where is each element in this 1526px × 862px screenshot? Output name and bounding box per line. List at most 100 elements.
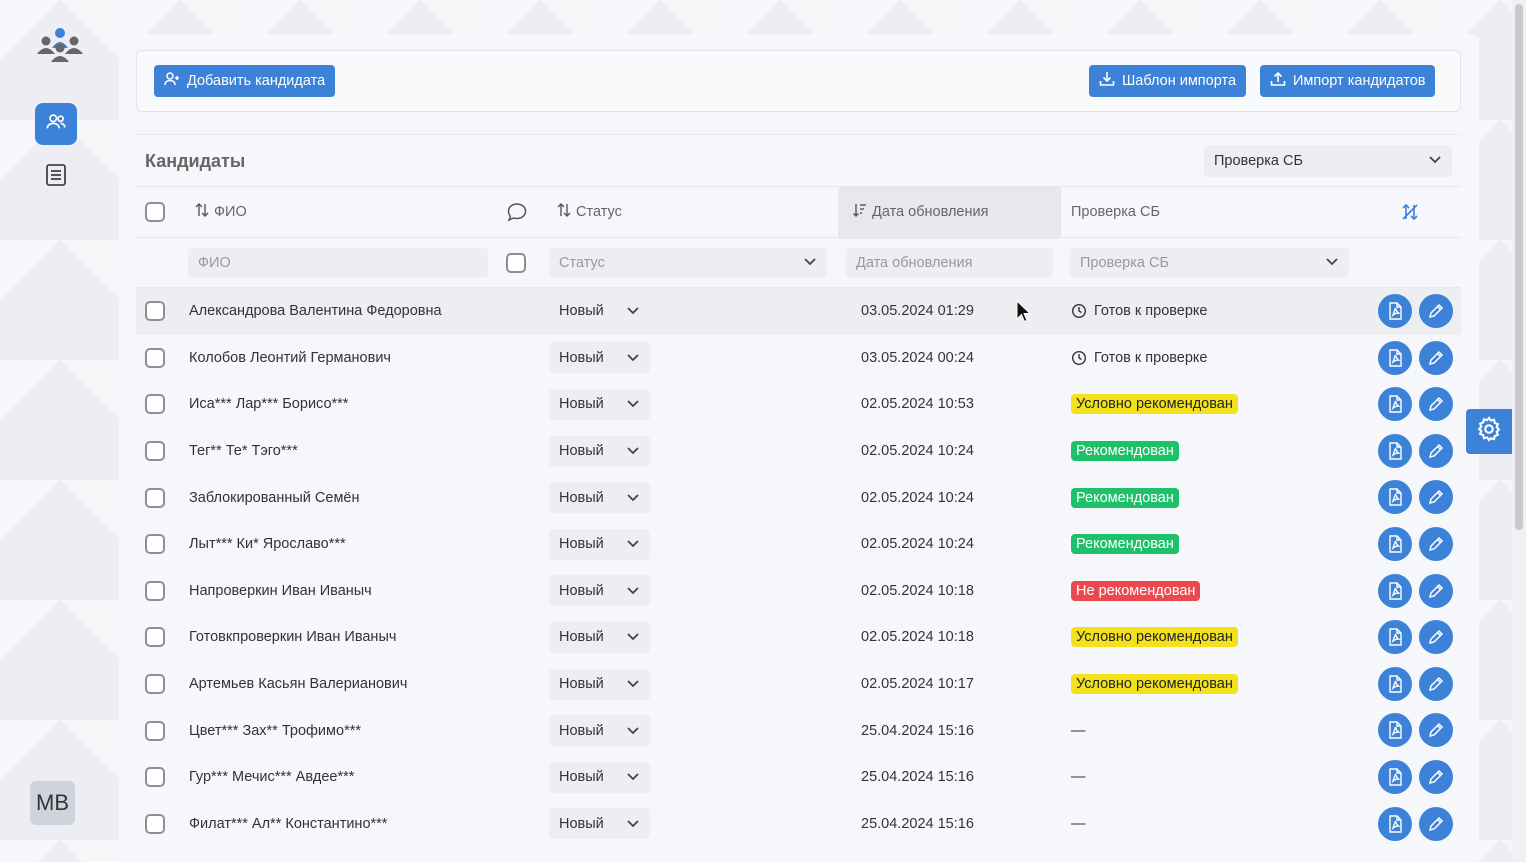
status-filter-select[interactable]: Статус — [549, 248, 827, 278]
status-cell: Новый — [549, 614, 650, 661]
users-icon — [45, 111, 67, 138]
pdf-button[interactable] — [1378, 480, 1412, 515]
row-checkbox[interactable] — [145, 813, 165, 834]
comment-icon[interactable] — [506, 187, 528, 237]
candidate-name[interactable]: Филат*** Ал** Константино*** — [189, 801, 387, 848]
fio-filter-input[interactable]: ФИО — [188, 248, 488, 278]
edit-button[interactable] — [1419, 480, 1453, 515]
scrollbar[interactable] — [1512, 0, 1526, 862]
table-row[interactable]: Цвет*** Зах** Трофимо*** Новый 25.04.2024 … — [136, 707, 1461, 754]
row-checkbox[interactable] — [145, 301, 165, 322]
header-status[interactable]: Статус — [556, 187, 622, 237]
table-row[interactable]: Гур*** Мечис*** Авдее*** Новый 25.04.2024 … — [136, 754, 1461, 801]
comment-filter-checkbox[interactable] — [506, 252, 526, 273]
pdf-button[interactable] — [1378, 340, 1412, 375]
status-select[interactable]: Новый — [549, 575, 650, 607]
status-select[interactable]: Новый — [549, 668, 650, 700]
row-checkbox[interactable] — [145, 720, 165, 741]
edit-button[interactable] — [1419, 713, 1453, 748]
row-checkbox[interactable] — [145, 580, 165, 601]
pdf-button[interactable] — [1378, 573, 1412, 608]
view-select[interactable]: Проверка СБ — [1204, 145, 1452, 177]
table-row[interactable]: Тег** Те* Тэго*** Новый 02.05.2024 10:24 Ре… — [136, 428, 1461, 475]
pdf-button[interactable] — [1378, 759, 1412, 794]
candidate-name[interactable]: Иса*** Лар*** Борисо*** — [189, 381, 348, 428]
row-select-cell — [145, 754, 165, 801]
select-all-checkbox[interactable] — [145, 202, 165, 222]
candidate-name[interactable]: Гур*** Мечис*** Авдее*** — [189, 754, 354, 801]
edit-button[interactable] — [1419, 573, 1453, 608]
row-checkbox[interactable] — [145, 674, 165, 695]
table-row[interactable]: Колобов Леонтий Германович Новый 03.05.202… — [136, 335, 1461, 382]
candidate-name[interactable]: Готовкпроверкин Иван Иваныч — [189, 614, 396, 661]
row-checkbox[interactable] — [145, 441, 165, 462]
avatar[interactable]: MB — [30, 781, 75, 825]
edit-button[interactable] — [1419, 387, 1453, 422]
import-template-button[interactable]: Шаблон импорта — [1089, 65, 1247, 97]
reset-sort-icon[interactable] — [1401, 187, 1419, 237]
status-select[interactable]: Новый — [549, 808, 650, 840]
status-select[interactable]: Новый — [549, 295, 650, 327]
pdf-button[interactable] — [1378, 666, 1412, 701]
status-select[interactable]: Новый — [549, 342, 650, 374]
table-row[interactable]: Филат*** Ал** Константино*** Новый 25.04.2… — [136, 801, 1461, 848]
scrollbar-thumb[interactable] — [1515, 4, 1523, 530]
pdf-icon — [1387, 535, 1403, 553]
row-checkbox[interactable] — [145, 347, 165, 368]
status-select[interactable]: Новый — [549, 715, 650, 747]
edit-button[interactable] — [1419, 340, 1453, 375]
nav-documents[interactable] — [35, 156, 77, 198]
status-select[interactable]: Новый — [549, 621, 650, 653]
sb-filter-select[interactable]: Проверка СБ — [1070, 248, 1349, 278]
candidate-name[interactable]: Тег** Те* Тэго*** — [189, 428, 298, 475]
table-row[interactable]: Лыт*** Ки* Ярославо*** Новый 02.05.2024 10… — [136, 521, 1461, 568]
candidate-name[interactable]: Заблокированный Семён — [189, 474, 359, 521]
table-row[interactable]: Готовкпроверкин Иван Иваныч Новый 02.05.20… — [136, 614, 1461, 661]
sb-status-cell: Рекомендован — [1071, 428, 1179, 475]
nav-candidates[interactable] — [35, 103, 77, 145]
candidate-name[interactable]: Александрова Валентина Федоровна — [189, 288, 442, 335]
edit-button[interactable] — [1419, 666, 1453, 701]
row-checkbox[interactable] — [145, 394, 165, 415]
status-select[interactable]: Новый — [549, 388, 650, 420]
edit-button[interactable] — [1419, 294, 1453, 328]
header-updated[interactable]: Дата обновления — [852, 187, 988, 237]
pdf-button[interactable] — [1378, 713, 1412, 748]
status-select[interactable]: Новый — [549, 761, 650, 793]
edit-button[interactable] — [1419, 620, 1453, 655]
import-candidates-button[interactable]: Импорт кандидатов — [1260, 65, 1436, 97]
candidate-name[interactable]: Напроверкин Иван Иваныч — [189, 568, 372, 615]
pdf-button[interactable] — [1378, 806, 1412, 841]
table-body: Александрова Валентина Федоровна Новый 03.… — [136, 288, 1461, 847]
pdf-button[interactable] — [1378, 387, 1412, 422]
updated-filter-input[interactable]: Дата обновления — [846, 248, 1053, 278]
edit-button[interactable] — [1419, 526, 1453, 561]
pdf-button[interactable] — [1378, 294, 1412, 328]
edit-button[interactable] — [1419, 806, 1453, 841]
table-row[interactable]: Александрова Валентина Федоровна Новый 03.… — [136, 288, 1461, 335]
row-checkbox[interactable] — [145, 534, 165, 555]
status-select[interactable]: Новый — [549, 528, 650, 560]
status-select[interactable]: Новый — [549, 435, 650, 467]
row-checkbox[interactable] — [145, 487, 165, 508]
pdf-button[interactable] — [1378, 526, 1412, 561]
edit-button[interactable] — [1419, 759, 1453, 794]
add-candidate-button[interactable]: Добавить кандидата — [154, 65, 336, 97]
edit-button[interactable] — [1419, 433, 1453, 468]
candidate-name[interactable]: Колобов Леонтий Германович — [189, 335, 391, 382]
pdf-button[interactable] — [1378, 433, 1412, 468]
status-select[interactable]: Новый — [549, 482, 650, 514]
settings-tab[interactable] — [1466, 409, 1512, 454]
candidate-name[interactable]: Артемьев Касьян Валерианович — [189, 661, 407, 708]
table-row[interactable]: Заблокированный Семён Новый 02.05.2024 10:… — [136, 474, 1461, 521]
header-fio[interactable]: ФИО — [194, 187, 247, 237]
candidate-name[interactable]: Цвет*** Зах** Трофимо*** — [189, 707, 361, 754]
pdf-button[interactable] — [1378, 620, 1412, 655]
row-checkbox[interactable] — [145, 627, 165, 648]
table-row[interactable]: Напроверкин Иван Иваныч Новый 02.05.2024 1… — [136, 568, 1461, 615]
updated-date: 02.05.2024 10:24 — [861, 443, 974, 460]
table-row[interactable]: Артемьев Касьян Валерианович Новый 02.05.2… — [136, 661, 1461, 708]
candidate-name[interactable]: Лыт*** Ки* Ярославо*** — [189, 521, 346, 568]
table-row[interactable]: Иса*** Лар*** Борисо*** Новый 02.05.2024 1… — [136, 381, 1461, 428]
row-checkbox[interactable] — [145, 767, 165, 788]
